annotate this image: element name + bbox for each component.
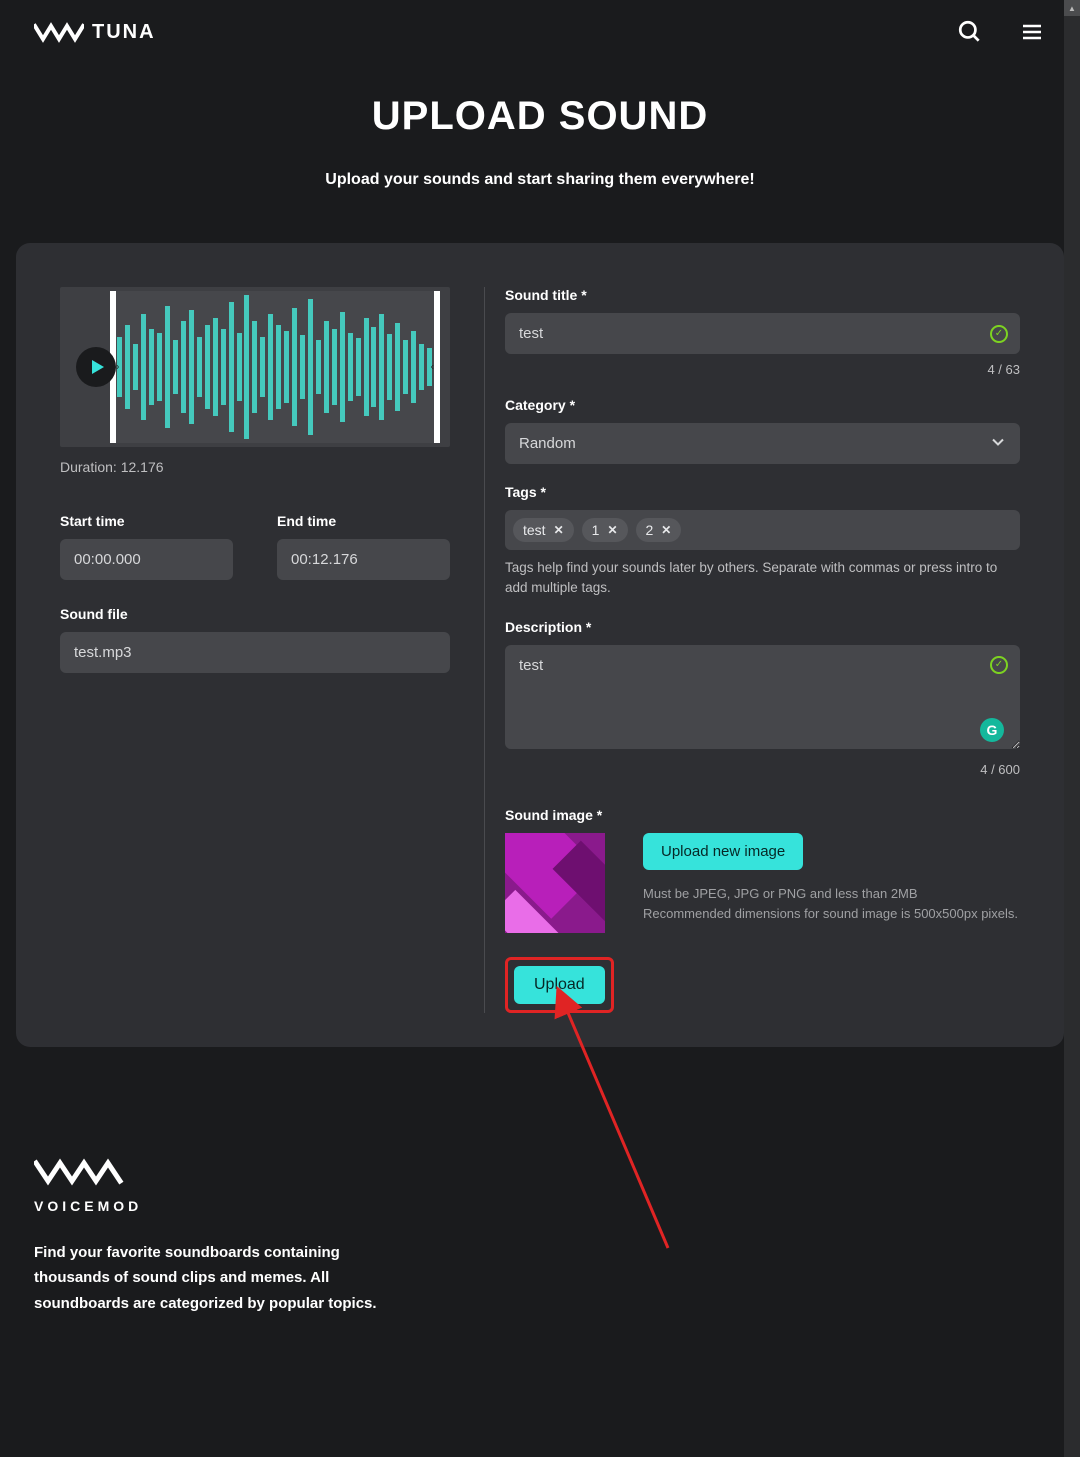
page-title: UPLOAD SOUND [0,94,1080,139]
right-column: Sound title * ✓ 4 / 63 Category * Tags *… [484,287,1020,1013]
title-input[interactable] [505,313,1020,354]
play-button[interactable] [76,347,116,387]
upload-highlight: Upload [505,957,614,1013]
tags-input[interactable]: test✕ 1✕ 2✕ [505,510,1020,550]
category-select[interactable] [505,423,1020,464]
description-input[interactable] [505,645,1020,749]
end-time-label: End time [277,513,450,529]
soundfile-label: Sound file [60,606,450,622]
waveform-bars [110,291,440,443]
scroll-up-icon[interactable]: ▲ [1064,0,1080,16]
duration-label: Duration: 12.176 [60,459,450,475]
grammarly-icon[interactable]: G [980,718,1004,742]
left-column: › ‹ Duration: 12.176 Start time End time… [60,287,450,1013]
footer-text: Find your favorite soundboards containin… [34,1240,404,1317]
tag-chip: 2✕ [636,518,682,542]
footer-brand-text: VOICEMOD [34,1198,1046,1214]
trim-end-handle[interactable]: ‹ [434,291,440,443]
image-label: Sound image * [505,807,1020,823]
brand-text: TUNA [92,21,156,44]
soundfile-input[interactable] [60,632,450,673]
image-info: Must be JPEG, JPG or PNG and less than 2… [643,884,1018,926]
tag-remove-icon[interactable]: ✕ [554,523,564,537]
description-label: Description * [505,619,1020,635]
brand-logo[interactable]: TUNA [34,21,156,44]
menu-icon[interactable] [1018,18,1046,46]
upload-new-image-button[interactable]: Upload new image [643,833,803,870]
check-icon: ✓ [990,656,1008,674]
category-label: Category * [505,397,1020,413]
tag-chip: test✕ [513,518,574,542]
tags-helper: Tags help find your sounds later by othe… [505,558,1020,599]
logo-mark-icon [34,21,84,43]
upload-button[interactable]: Upload [514,966,605,1004]
scrollbar[interactable]: ▲ [1064,0,1080,1457]
footer-logo: VOICEMOD [34,1157,1046,1214]
description-counter: 4 / 600 [505,762,1020,777]
start-time-input[interactable] [60,539,233,580]
page-subtitle: Upload your sounds and start sharing the… [0,171,1080,189]
image-thumbnail [505,833,605,933]
title-counter: 4 / 63 [505,362,1020,377]
start-time-label: Start time [60,513,233,529]
tag-remove-icon[interactable]: ✕ [607,523,617,537]
upload-card: › ‹ Duration: 12.176 Start time End time… [16,243,1064,1047]
play-icon [90,359,106,375]
tag-chip: 1✕ [582,518,628,542]
tags-label: Tags * [505,484,1020,500]
title-label: Sound title * [505,287,1020,303]
end-time-input[interactable] [277,539,450,580]
search-icon[interactable] [956,18,984,46]
check-icon: ✓ [990,325,1008,343]
waveform-preview[interactable]: › ‹ [60,287,450,447]
tag-remove-icon[interactable]: ✕ [661,523,671,537]
footer: VOICEMOD Find your favorite soundboards … [0,1047,1080,1357]
header: TUNA [0,0,1080,64]
